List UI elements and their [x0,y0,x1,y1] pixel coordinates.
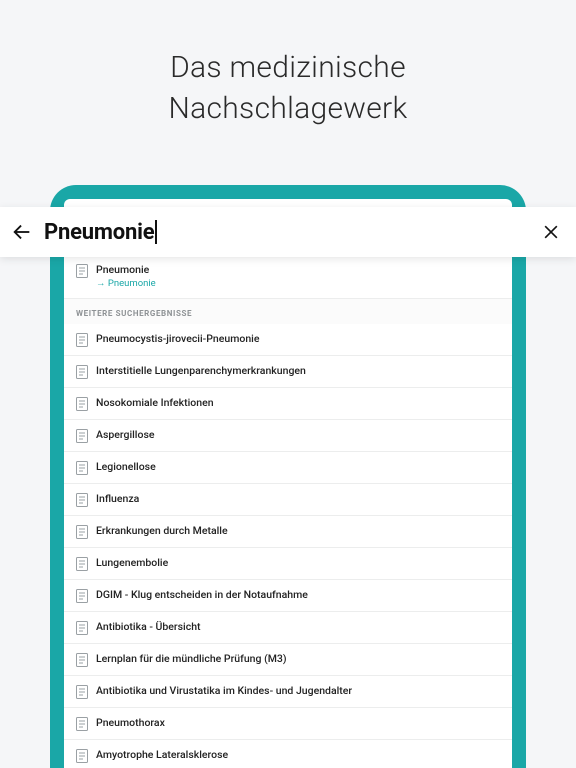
top-result-labels: Pneumonie → Pneumonie [96,263,500,290]
result-list: Pneumocystis-jirovecii-Pneumonie Intersti… [64,324,512,768]
top-result[interactable]: Pneumonie → Pneumonie [64,257,512,299]
result-item[interactable]: Aspergillose [64,420,512,452]
result-item-label: Aspergillose [96,429,154,442]
result-item-label: Erkrankungen durch Metalle [96,525,228,538]
result-item-label: Lungenembolie [96,557,168,570]
result-item-label: Pneumothorax [96,717,165,730]
result-item-label: DGIM - Klug entscheiden in der Notaufnah… [96,589,308,602]
document-icon [76,365,88,379]
results-container: Pneumonie → Pneumonie WEITERE SUCHERGEBN… [64,257,512,768]
back-button[interactable] [0,221,44,243]
result-item[interactable]: Nosokomiale Infektionen [64,388,512,420]
result-item[interactable]: Erkrankungen durch Metalle [64,516,512,548]
device-screen: Pneumonie → Pneumonie WEITERE SUCHERGEBN… [64,199,512,768]
search-query-text: Pneumonie [44,220,154,245]
device-frame: Pneumonie → Pneumonie WEITERE SUCHERGEBN… [50,185,526,768]
document-icon [76,461,88,475]
result-item-label: Influenza [96,493,139,506]
result-item[interactable]: Legionellose [64,452,512,484]
document-icon [76,557,88,571]
headline-line-1: Das medizinische [0,48,576,89]
document-icon [76,717,88,731]
result-item[interactable]: Antibiotika und Virustatika im Kindes- u… [64,676,512,708]
result-item-label: Antibiotika - Übersicht [96,621,201,634]
result-item-label: Nosokomiale Infektionen [96,397,214,410]
search-input[interactable]: Pneumonie [44,220,526,245]
search-bar: Pneumonie [0,207,576,257]
clear-button[interactable] [526,222,576,242]
result-item[interactable]: Lernplan für die mündliche Prüfung (M3) [64,644,512,676]
document-icon [76,621,88,635]
result-item[interactable]: Interstitielle Lungenparenchymerkrankung… [64,356,512,388]
result-item[interactable]: Influenza [64,484,512,516]
result-item[interactable]: Pneumocystis-jirovecii-Pneumonie [64,324,512,356]
result-item[interactable]: Antibiotika - Übersicht [64,612,512,644]
document-icon [76,493,88,507]
results-section-header: WEITERE SUCHERGEBNISSE [64,299,512,324]
document-icon [76,333,88,347]
text-cursor [155,220,157,244]
document-icon [76,653,88,667]
document-icon [76,749,88,763]
document-icon [76,525,88,539]
headline-line-2: Nachschlagewerk [0,89,576,130]
result-item-label: Pneumocystis-jirovecii-Pneumonie [96,333,259,346]
document-icon [76,264,88,278]
document-icon [76,397,88,411]
document-icon [76,685,88,699]
result-item-label: Lernplan für die mündliche Prüfung (M3) [96,653,287,666]
result-item[interactable]: Lungenembolie [64,548,512,580]
document-icon [76,429,88,443]
result-item-label: Amyotrophe Lateralsklerose [96,749,228,762]
document-icon [76,589,88,603]
result-item[interactable]: Amyotrophe Lateralsklerose [64,740,512,768]
top-result-redirect: → Pneumonie [96,278,500,290]
result-item[interactable]: DGIM - Klug entscheiden in der Notaufnah… [64,580,512,612]
arrow-left-icon [11,221,33,243]
close-icon [541,222,561,242]
result-item-label: Antibiotika und Virustatika im Kindes- u… [96,685,352,698]
page-title: Das medizinische Nachschlagewerk [0,0,576,129]
result-item[interactable]: Pneumothorax [64,708,512,740]
result-item-label: Interstitielle Lungenparenchymerkrankung… [96,365,306,378]
result-item-label: Legionellose [96,461,156,474]
top-result-title: Pneumonie [96,263,500,277]
